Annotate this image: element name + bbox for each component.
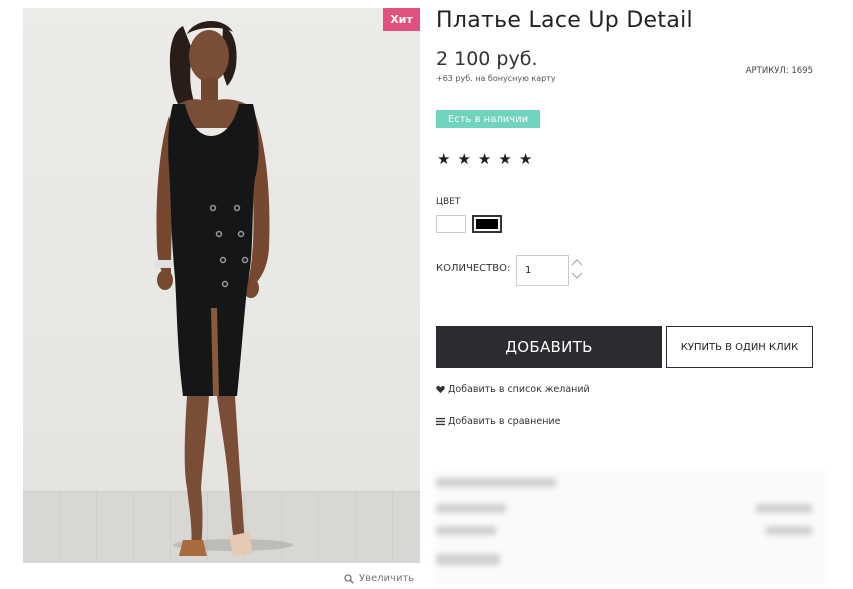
add-to-cart-button[interactable]: ДОБАВИТЬ [436, 326, 662, 368]
zoom-link[interactable]: Увеличить [344, 573, 414, 584]
product-sku: АРТИКУЛ: 1695 [745, 66, 813, 76]
quantity-stepper [571, 258, 583, 280]
rating-stars[interactable]: ★ ★ ★ ★ ★ [437, 152, 532, 167]
wishlist-link[interactable]: Добавить в список желаний [436, 384, 590, 395]
buy-one-click-button[interactable]: КУПИТЬ В ОДИН КЛИК [666, 326, 813, 368]
product-title: Платье Lace Up Detail [436, 8, 693, 33]
chevron-up-icon[interactable] [571, 258, 583, 266]
color-label: ЦВЕТ [436, 197, 461, 207]
star-icon[interactable]: ★ [437, 152, 450, 167]
quantity-input[interactable]: 1 [516, 255, 569, 286]
bonus-text: +63 руб. на бонусную карту [436, 74, 556, 83]
model-in-dress-illustration [155, 20, 270, 556]
star-icon[interactable]: ★ [519, 152, 532, 167]
zoom-label: Увеличить [359, 573, 415, 584]
color-swatch-white[interactable] [436, 215, 466, 233]
wishlist-label: Добавить в список желаний [448, 384, 590, 395]
search-icon [344, 573, 354, 584]
product-price: 2 100 руб. [436, 48, 538, 70]
quantity-label: КОЛИЧЕСТВО: [436, 263, 511, 274]
stock-badge: Есть в наличии [436, 110, 540, 128]
star-icon[interactable]: ★ [498, 152, 511, 167]
delivery-info-blurred [436, 470, 826, 585]
hit-badge: Хит [383, 8, 420, 31]
star-icon[interactable]: ★ [478, 152, 491, 167]
list-icon [436, 417, 445, 426]
compare-label: Добавить в сравнение [448, 416, 561, 427]
color-swatch-black[interactable] [472, 215, 502, 233]
color-swatches [436, 215, 502, 233]
chevron-down-icon[interactable] [571, 272, 583, 280]
star-icon[interactable]: ★ [457, 152, 470, 167]
compare-link[interactable]: Добавить в сравнение [436, 416, 560, 427]
heart-icon [436, 385, 445, 394]
product-image[interactable]: Хит [23, 8, 420, 563]
